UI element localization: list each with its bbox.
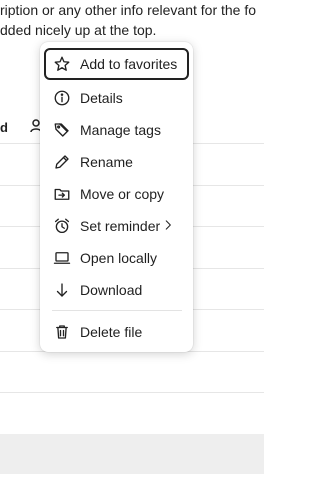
folder-move-icon (52, 184, 72, 204)
description-text-line-2: dded nicely up at the top. (0, 22, 157, 38)
add-to-favorites-label: Add to favorites (80, 56, 178, 72)
delete-file-label: Delete file (80, 324, 143, 340)
delete-file-item[interactable]: Delete file (44, 316, 189, 348)
table-footer-row (0, 434, 264, 474)
star-icon (52, 54, 72, 74)
info-icon (52, 88, 72, 108)
file-actions-menu: Add to favorites Details Manage tags Ren… (40, 42, 193, 352)
move-or-copy-label: Move or copy (80, 186, 165, 202)
tag-icon (52, 120, 72, 140)
rename-item[interactable]: Rename (44, 146, 189, 178)
alarm-icon (52, 216, 72, 236)
description-text-line-1: ription or any other info relevant for t… (0, 2, 257, 18)
pencil-icon (52, 152, 72, 172)
set-reminder-item[interactable]: Set reminder (44, 210, 189, 242)
move-or-copy-item[interactable]: Move or copy (44, 178, 189, 210)
set-reminder-label: Set reminder (80, 218, 161, 234)
download-label: Download (80, 282, 143, 298)
manage-tags-item[interactable]: Manage tags (44, 114, 189, 146)
open-locally-label: Open locally (80, 250, 158, 266)
download-item[interactable]: Download (44, 274, 189, 306)
arrow-down-icon (52, 280, 72, 300)
menu-separator (52, 310, 182, 311)
open-locally-item[interactable]: Open locally (44, 242, 189, 274)
details-item[interactable]: Details (44, 82, 189, 114)
trash-icon (52, 322, 72, 342)
table-divider (0, 392, 264, 393)
laptop-icon (52, 248, 72, 268)
column-header-fragment[interactable]: d (0, 120, 8, 135)
rename-label: Rename (80, 154, 133, 170)
chevron-right-icon (161, 218, 175, 235)
add-to-favorites-item[interactable]: Add to favorites (44, 48, 189, 80)
manage-tags-label: Manage tags (80, 122, 161, 138)
details-label: Details (80, 90, 123, 106)
